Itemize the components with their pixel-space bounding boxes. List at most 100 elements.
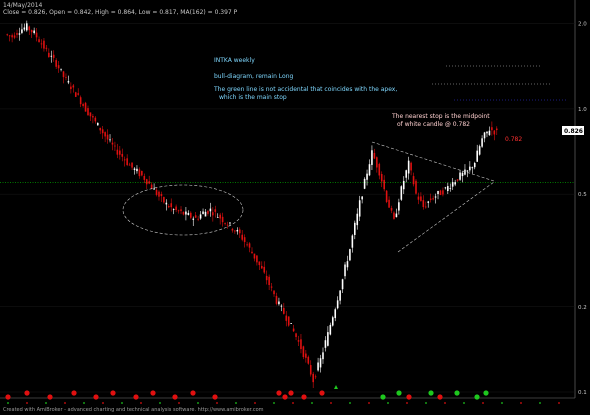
sell-marker	[47, 394, 53, 400]
buy-marker	[474, 394, 480, 400]
candle-body	[444, 187, 447, 189]
candle-body	[495, 128, 498, 131]
candle-body	[148, 181, 150, 184]
axis-dot	[83, 402, 85, 404]
candle-body	[126, 158, 128, 166]
candle-body	[187, 212, 190, 215]
candle-body	[327, 332, 329, 346]
candle-body	[307, 356, 310, 364]
candle-body	[302, 346, 305, 358]
candle-body	[204, 211, 207, 217]
candle-body	[199, 214, 202, 219]
candle-body	[407, 160, 410, 174]
candle-body	[361, 196, 363, 200]
candle-body	[50, 55, 53, 57]
candle-body	[317, 362, 319, 371]
candle-body	[287, 316, 290, 326]
candle-body	[87, 108, 89, 116]
candle-body	[491, 127, 493, 131]
chart-window: 14/May/2014 Close = 0.826, Open = 0.842,…	[0, 0, 590, 415]
annotation-line4: which is the main stop	[219, 94, 287, 101]
candle-body	[74, 92, 77, 97]
candle-body	[180, 209, 182, 211]
axis-dot	[216, 402, 218, 404]
candle-body	[292, 328, 295, 332]
sell-marker	[71, 390, 77, 396]
candle-body	[99, 127, 102, 131]
candle-body	[420, 196, 422, 201]
candle-body	[464, 169, 466, 175]
candle-body	[278, 301, 280, 305]
candle-body	[371, 150, 373, 165]
candle-body	[253, 253, 256, 259]
candle-body	[197, 218, 199, 220]
candle-body	[402, 180, 405, 190]
candle-body	[366, 173, 368, 180]
candle-body	[26, 23, 28, 31]
candle-body	[175, 206, 177, 211]
candle-body	[373, 152, 376, 159]
sell-marker	[5, 394, 11, 400]
candle-body	[119, 150, 121, 155]
candle-body	[96, 122, 99, 126]
candle-body	[275, 295, 278, 304]
axis-dot	[539, 402, 541, 404]
candle-body	[194, 215, 197, 218]
y-tick-label: 0.5	[578, 192, 587, 198]
sell-marker	[190, 390, 196, 396]
candle-body	[378, 163, 381, 176]
candle-body	[363, 178, 366, 189]
axis-dot	[349, 402, 351, 404]
chart-svg: 14/May/2014 Close = 0.826, Open = 0.842,…	[0, 0, 587, 413]
candle-body	[390, 207, 393, 211]
candle-body	[432, 198, 434, 200]
candle-body	[263, 266, 266, 273]
candle-body	[383, 179, 385, 190]
candle-body	[388, 199, 390, 208]
candle-body	[469, 166, 471, 171]
candle-body	[336, 300, 339, 309]
candle-body	[13, 35, 16, 38]
candle-body	[260, 265, 263, 269]
sell-marker	[301, 394, 307, 400]
candle-body	[488, 130, 491, 136]
candle-body	[476, 150, 478, 162]
candle-body	[449, 188, 452, 189]
candle-body	[182, 211, 185, 215]
candle-body	[70, 86, 72, 90]
buy-marker	[483, 390, 489, 396]
candle-body	[429, 198, 432, 200]
candle-body	[349, 249, 351, 261]
candle-body	[65, 76, 67, 78]
candle-body	[424, 206, 427, 208]
axis-dot	[159, 402, 161, 404]
y-tick-label: 1.0	[578, 107, 587, 113]
header-date: 14/May/2014	[3, 2, 43, 9]
candle-body	[241, 234, 244, 240]
candle-body	[224, 223, 226, 224]
candle-body	[84, 102, 87, 112]
candle-body	[417, 196, 420, 200]
candle-body	[329, 324, 332, 335]
candle-body	[268, 276, 270, 286]
candle-body	[226, 224, 229, 226]
candle-body	[341, 279, 344, 290]
candle-body	[153, 188, 155, 190]
candle-body	[231, 228, 234, 231]
candle-body	[246, 244, 248, 246]
candle-body	[18, 33, 21, 35]
candle-body	[216, 216, 219, 218]
candle-body	[11, 35, 13, 38]
candle-body	[145, 179, 148, 185]
candle-body	[219, 214, 221, 219]
candle-body	[94, 117, 97, 122]
sell-marker	[172, 394, 178, 400]
candle-body	[346, 261, 349, 268]
candle-body	[324, 340, 327, 348]
sell-marker	[133, 394, 139, 400]
axis-dot	[501, 402, 503, 404]
candle-body	[339, 290, 341, 301]
sell-marker	[93, 394, 99, 400]
annotation-stop1: The nearest stop is the midpoint	[391, 113, 490, 120]
axis-dot	[235, 402, 237, 404]
